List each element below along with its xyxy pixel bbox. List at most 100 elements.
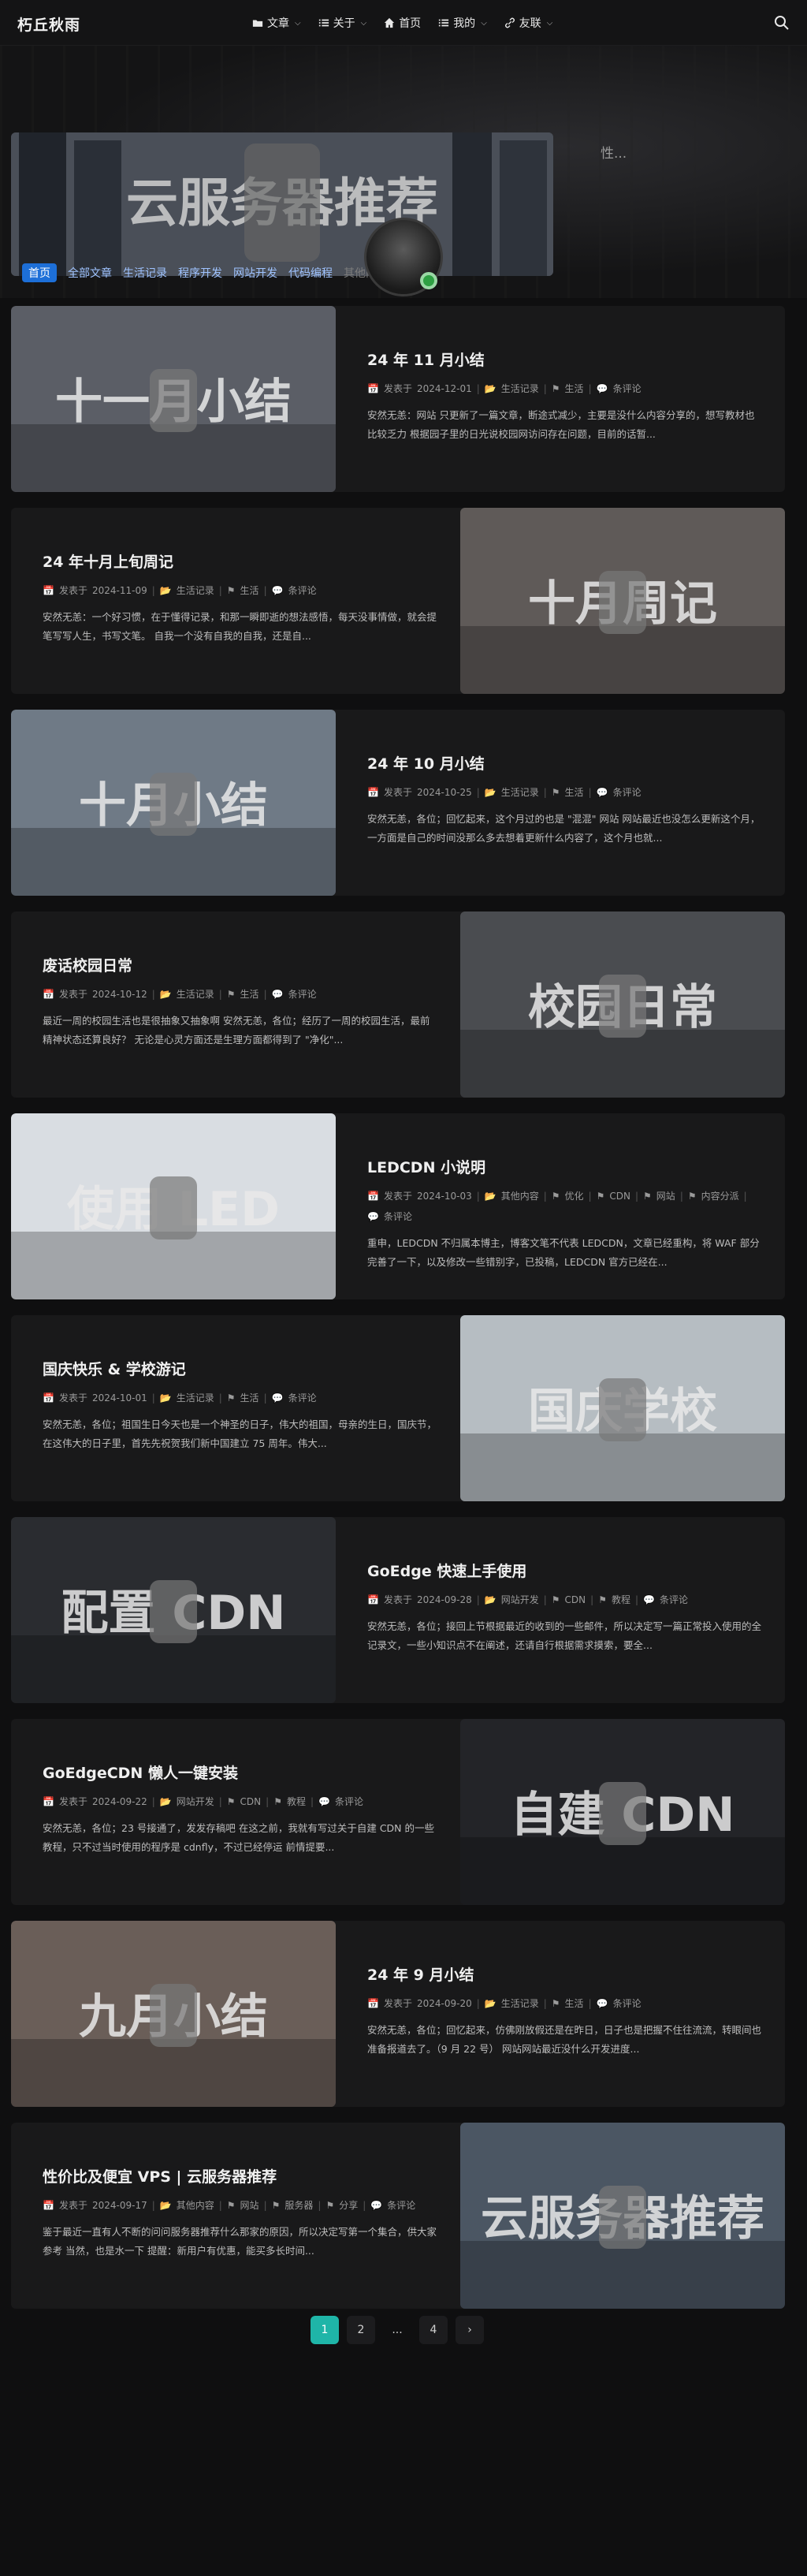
post-category[interactable]: 网站开发 bbox=[501, 1592, 539, 1608]
post-comments[interactable]: 条评论 bbox=[384, 1209, 412, 1225]
meta-separator: | bbox=[151, 1392, 155, 1404]
post-tag[interactable]: 分享 bbox=[339, 2198, 358, 2213]
post-comments[interactable]: 条评论 bbox=[613, 381, 642, 397]
tab-category[interactable]: 全部文章 bbox=[68, 265, 112, 281]
post-tag[interactable]: 内容分派 bbox=[701, 1188, 739, 1204]
post-tag[interactable]: 生活 bbox=[240, 583, 259, 598]
post-card[interactable]: 校园日常 废话校园日常 📅 发表于 2024-10-12 | 📂 生活记录 | … bbox=[11, 911, 785, 1098]
hero-banner[interactable]: 云服务器推荐 bbox=[11, 132, 553, 276]
post-category[interactable]: 其他内容 bbox=[501, 1188, 539, 1204]
post-comments[interactable]: 条评论 bbox=[335, 1794, 363, 1810]
post-thumbnail[interactable]: 九月小结 bbox=[11, 1921, 336, 2107]
post-card[interactable]: 十月小结 24 年 10 月小结 📅 发表于 2024-10-25 | 📂 生活… bbox=[11, 710, 785, 896]
post-title[interactable]: 性价比及便宜 VPS | 云服务器推荐 bbox=[43, 2165, 437, 2186]
post-thumbnail[interactable]: 国庆学校 bbox=[460, 1315, 785, 1501]
post-comments[interactable]: 条评论 bbox=[387, 2198, 415, 2213]
tab-category[interactable]: 程序开发 bbox=[178, 265, 222, 281]
post-tag[interactable]: 网站 bbox=[656, 1188, 675, 1204]
post-date: 2024-10-01 bbox=[91, 1392, 147, 1404]
post-category[interactable]: 其他内容 bbox=[177, 2198, 214, 2213]
post-tag[interactable]: 优化 bbox=[565, 1188, 584, 1204]
post-tag[interactable]: 生活 bbox=[240, 1390, 259, 1406]
post-excerpt: 安然无恙，各位；回忆起来，这个月过的也是 "混混" 网站 网站最近也没怎么更新这… bbox=[367, 813, 761, 844]
post-card[interactable]: 自建 CDN GoEdgeCDN 懒人一键安装 📅 发表于 2024-09-22… bbox=[11, 1719, 785, 1905]
pagination: 1 2... 4 › bbox=[311, 2316, 484, 2344]
tab-category[interactable]: 首页 bbox=[22, 263, 57, 282]
page-button[interactable]: 2 bbox=[347, 2316, 375, 2344]
folder-icon: 📂 bbox=[159, 989, 172, 1000]
next-page-icon[interactable]: › bbox=[456, 2316, 484, 2344]
post-card[interactable]: 使用 LED LEDCDN 小说明 📅 发表于 2024-10-03 | 📂 其… bbox=[11, 1113, 785, 1299]
post-tag[interactable]: 教程 bbox=[287, 1794, 306, 1810]
post-comments[interactable]: 条评论 bbox=[288, 1390, 317, 1406]
menu-item-about[interactable]: 关于 ⌵ bbox=[318, 15, 366, 31]
post-category[interactable]: 网站开发 bbox=[177, 1794, 214, 1810]
post-tag[interactable]: 生活 bbox=[565, 785, 584, 800]
search-icon[interactable] bbox=[774, 15, 790, 31]
post-thumbnail[interactable]: 十月小结 bbox=[11, 710, 336, 896]
tab-category[interactable]: 网站开发 bbox=[233, 265, 277, 281]
site-logo[interactable]: 朽丘秋雨 bbox=[17, 13, 80, 35]
tab-category[interactable]: 生活记录 bbox=[123, 265, 167, 281]
calendar-icon: 📅 bbox=[43, 2200, 54, 2211]
menu-item-articles[interactable]: 文章 ⌵ bbox=[252, 15, 301, 31]
menu-item-home[interactable]: 首页 bbox=[384, 15, 421, 31]
post-card[interactable]: 配置 CDN GoEdge 快速上手使用 📅 发表于 2024-09-28 | … bbox=[11, 1517, 785, 1703]
post-tag[interactable]: 网站 bbox=[240, 2198, 259, 2213]
post-title[interactable]: 废话校园日常 bbox=[43, 954, 437, 975]
post-thumbnail[interactable]: 十一月小结 bbox=[11, 306, 336, 492]
post-comments[interactable]: 条评论 bbox=[613, 785, 642, 800]
post-thumbnail[interactable]: 云服务器推荐 bbox=[460, 2123, 785, 2309]
post-card[interactable]: 云服务器推荐 性价比及便宜 VPS | 云服务器推荐 📅 发表于 2024-09… bbox=[11, 2123, 785, 2309]
tag-icon: ⚑ bbox=[551, 383, 560, 394]
post-title[interactable]: GoEdgeCDN 懒人一键安装 bbox=[43, 1761, 437, 1783]
post-title[interactable]: 24 年 11 月小结 bbox=[367, 349, 761, 370]
post-title[interactable]: LEDCDN 小说明 bbox=[367, 1156, 761, 1177]
post-title[interactable]: 24 年 9 月小结 bbox=[367, 1963, 761, 1985]
post-title[interactable]: 国庆快乐 & 学校游记 bbox=[43, 1358, 437, 1379]
post-card[interactable]: 国庆学校 国庆快乐 & 学校游记 📅 发表于 2024-10-01 | 📂 生活… bbox=[11, 1315, 785, 1501]
post-comments[interactable]: 条评论 bbox=[288, 583, 317, 598]
post-tag[interactable]: 生活 bbox=[240, 986, 259, 1002]
post-tag[interactable]: 生活 bbox=[565, 381, 584, 397]
tag-icon: ⚑ bbox=[226, 1392, 236, 1404]
post-card[interactable]: 十月周记 24 年十月上旬周记 📅 发表于 2024-11-09 | 📂 生活记… bbox=[11, 508, 785, 694]
post-tag[interactable]: 生活 bbox=[565, 1996, 584, 2011]
page-button[interactable]: 1 bbox=[311, 2316, 339, 2344]
post-tag[interactable]: CDN bbox=[240, 1794, 262, 1810]
post-body: GoEdge 快速上手使用 📅 发表于 2024-09-28 | 📂 网站开发 … bbox=[367, 1560, 761, 1655]
hero-search-hint[interactable]: 性... bbox=[601, 142, 627, 162]
post-thumbnail[interactable]: 使用 LED bbox=[11, 1113, 336, 1299]
post-thumbnail[interactable]: 校园日常 bbox=[460, 911, 785, 1098]
post-category[interactable]: 生活记录 bbox=[501, 381, 539, 397]
post-category[interactable]: 生活记录 bbox=[177, 1390, 214, 1406]
menu-item-friends[interactable]: 友联 ⌵ bbox=[504, 15, 552, 31]
page-button[interactable]: 4 bbox=[419, 2316, 448, 2344]
published-label: 发表于 bbox=[58, 585, 87, 596]
post-title[interactable]: 24 年 10 月小结 bbox=[367, 752, 761, 774]
post-tag[interactable]: CDN bbox=[565, 1592, 586, 1608]
post-category[interactable]: 生活记录 bbox=[177, 583, 214, 598]
post-thumbnail[interactable]: 自建 CDN bbox=[460, 1719, 785, 1905]
post-comments[interactable]: 条评论 bbox=[660, 1592, 688, 1608]
post-tag[interactable]: 教程 bbox=[612, 1592, 630, 1608]
post-category[interactable]: 生活记录 bbox=[501, 1996, 539, 2011]
post-card[interactable]: 九月小结 24 年 9 月小结 📅 发表于 2024-09-20 | 📂 生活记… bbox=[11, 1921, 785, 2107]
post-thumbnail[interactable]: 配置 CDN bbox=[11, 1517, 336, 1703]
post-title[interactable]: GoEdge 快速上手使用 bbox=[367, 1560, 761, 1581]
chevron-down-icon: ⌵ bbox=[295, 18, 301, 28]
meta-separator: | bbox=[543, 787, 547, 798]
post-comments[interactable]: 条评论 bbox=[613, 1996, 642, 2011]
post-comments[interactable]: 条评论 bbox=[288, 986, 317, 1002]
post-card[interactable]: 十一月小结 24 年 11 月小结 📅 发表于 2024-12-01 | 📂 生… bbox=[11, 306, 785, 492]
post-title[interactable]: 24 年十月上旬周记 bbox=[43, 550, 437, 572]
post-category[interactable]: 生活记录 bbox=[501, 785, 539, 800]
avatar[interactable] bbox=[364, 218, 443, 296]
post-category[interactable]: 生活记录 bbox=[177, 986, 214, 1002]
post-thumbnail[interactable]: 十月周记 bbox=[460, 508, 785, 694]
tab-category[interactable]: 代码编程 bbox=[288, 265, 333, 281]
menu-item-mine[interactable]: 我的 ⌵ bbox=[438, 15, 487, 31]
post-tag[interactable]: 服务器 bbox=[284, 2198, 313, 2213]
post-tag[interactable]: CDN bbox=[609, 1188, 630, 1204]
meta-separator: | bbox=[588, 383, 592, 394]
